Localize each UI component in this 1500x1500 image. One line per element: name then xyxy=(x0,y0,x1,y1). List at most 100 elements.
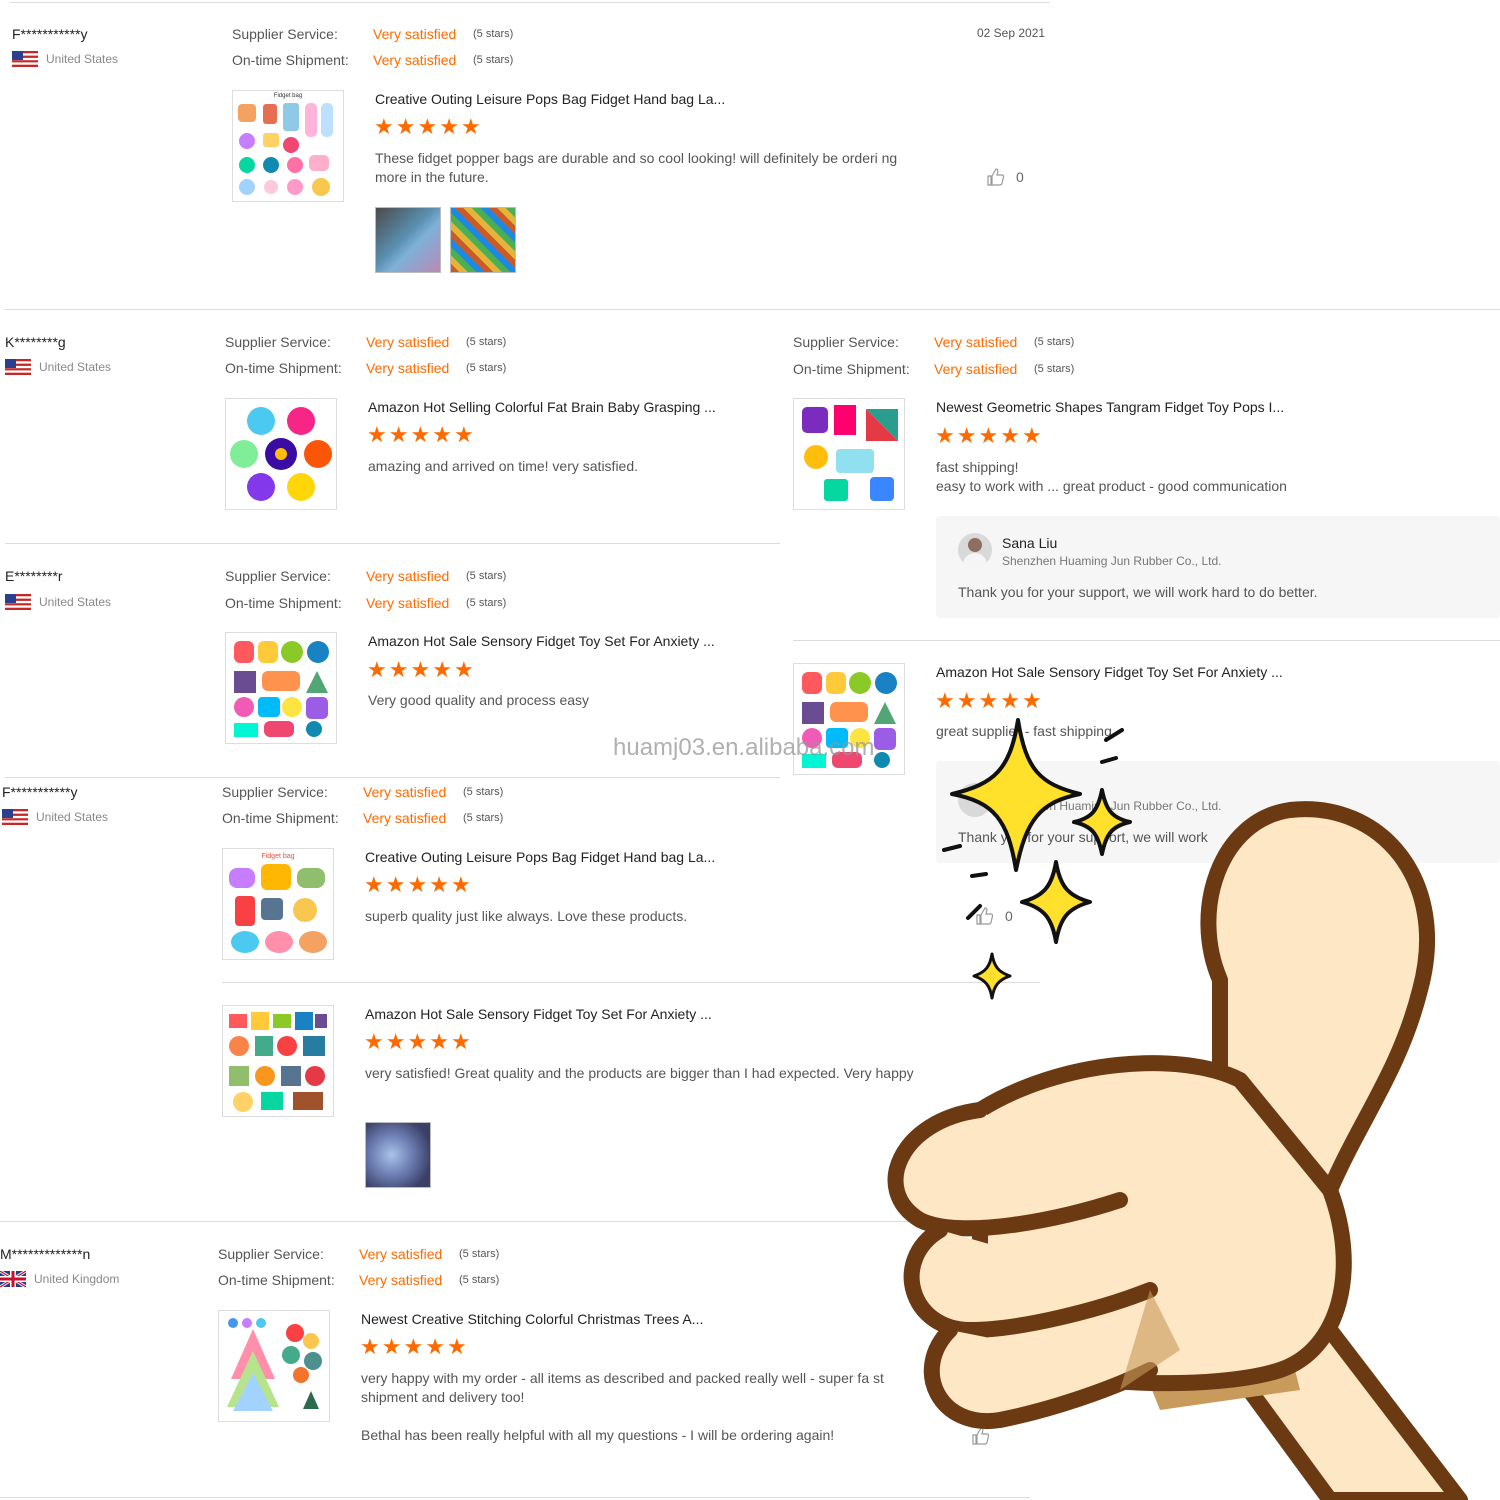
uk-flag-icon xyxy=(0,1271,26,1287)
rating-count: (5 stars) xyxy=(466,570,507,582)
rating-text: Very satisfied xyxy=(366,595,450,611)
product-title[interactable]: Amazon Hot Sale Sensory Fidget Toy Set F… xyxy=(936,664,1283,680)
star-icon: ★ xyxy=(410,657,431,682)
star-icon: ★ xyxy=(978,423,999,448)
review-text: amazing and arrived on time! very satisf… xyxy=(368,458,639,474)
product-image xyxy=(802,405,898,501)
ontime-shipment-label: On-time Shipment: xyxy=(232,52,349,68)
star-icon: ★ xyxy=(364,1029,384,1054)
divider xyxy=(0,1221,920,1222)
star-icon: ★ xyxy=(1000,423,1020,448)
star-icon: ★ xyxy=(407,1029,428,1054)
rating-count: (5 stars) xyxy=(473,54,514,66)
product-thumbnail[interactable] xyxy=(222,1005,334,1117)
country-label: United Kingdom xyxy=(34,1272,120,1286)
star-icon: ★ xyxy=(388,657,409,682)
rating-count: (5 stars) xyxy=(459,1248,500,1260)
star-rating: ★ ★ ★ ★ ★ xyxy=(364,872,471,897)
product-title[interactable]: Amazon Hot Sale Sensory Fidget Toy Set F… xyxy=(365,1006,712,1022)
ontime-shipment-label: On-time Shipment: xyxy=(225,360,342,376)
product-thumbnail[interactable] xyxy=(793,398,905,510)
star-icon: ★ xyxy=(460,114,481,139)
rating-text: Very satisfied xyxy=(373,26,457,42)
reviewer-name: M*************n xyxy=(0,1246,91,1262)
ontime-shipment-label: On-time Shipment: xyxy=(793,361,910,377)
star-rating: ★ ★ ★ ★ ★ xyxy=(360,1334,467,1359)
star-rating: ★ ★ ★ ★ ★ xyxy=(935,423,1042,448)
review-photo[interactable] xyxy=(450,207,516,273)
star-icon: ★ xyxy=(453,422,474,447)
star-icon: ★ xyxy=(407,872,428,897)
reviewer-country: United States xyxy=(12,51,118,67)
product-title[interactable]: Newest Geometric Shapes Tangram Fidget T… xyxy=(936,399,1284,415)
star-icon: ★ xyxy=(367,657,387,682)
star-icon: ★ xyxy=(450,872,471,897)
product-title[interactable]: Amazon Hot Selling Colorful Fat Brain Ba… xyxy=(368,399,716,415)
product-image xyxy=(227,1318,322,1411)
product-thumbnail[interactable]: Fidget bag xyxy=(222,848,334,960)
thumbs-up-icon xyxy=(987,168,1005,186)
product-title[interactable]: Creative Outing Leisure Pops Bag Fidget … xyxy=(375,91,725,107)
product-title[interactable]: Newest Creative Stitching Colorful Chris… xyxy=(361,1311,703,1327)
supplier-service-label: Supplier Service: xyxy=(225,568,331,584)
star-icon: ★ xyxy=(381,1334,402,1359)
rating-text: Very satisfied xyxy=(366,568,450,584)
star-icon: ★ xyxy=(367,422,387,447)
rating-count: (5 stars) xyxy=(473,28,514,40)
rating-count: (5 stars) xyxy=(1034,336,1075,348)
product-thumbnail[interactable] xyxy=(218,1310,330,1422)
product-title[interactable]: Amazon Hot Sale Sensory Fidget Toy Set F… xyxy=(368,633,715,649)
divider xyxy=(5,543,780,544)
star-icon: ★ xyxy=(429,1029,449,1054)
product-title[interactable]: Creative Outing Leisure Pops Bag Fidget … xyxy=(365,849,715,865)
supplier-service-label: Supplier Service: xyxy=(218,1246,324,1262)
star-icon: ★ xyxy=(417,114,438,139)
product-image xyxy=(230,407,332,501)
country-label: United States xyxy=(36,810,109,824)
ontime-shipment-label: On-time Shipment: xyxy=(222,810,339,826)
rating-count: (5 stars) xyxy=(466,362,507,374)
star-icon: ★ xyxy=(1021,423,1042,448)
review-text: Very good quality and process easy xyxy=(368,692,590,708)
review-photo[interactable] xyxy=(375,207,441,273)
product-thumbnail[interactable]: Fidget bag xyxy=(232,90,344,202)
rating-text: Very satisfied xyxy=(363,810,447,826)
us-flag-icon xyxy=(12,51,38,67)
star-icon: ★ xyxy=(360,1334,380,1359)
rating-count: (5 stars) xyxy=(463,786,504,798)
star-icon: ★ xyxy=(956,423,977,448)
product-image xyxy=(238,103,333,196)
watermark: huamj03.en.alibaba.com xyxy=(613,734,875,761)
rating-text: Very satisfied xyxy=(366,360,450,376)
review-text: superb quality just like always. Love th… xyxy=(365,908,688,924)
reviewer-name: K********g xyxy=(5,334,66,350)
star-icon: ★ xyxy=(410,422,431,447)
product-thumbnail[interactable] xyxy=(225,632,337,744)
star-icon: ★ xyxy=(450,1029,471,1054)
like-button[interactable]: 0 xyxy=(986,167,1024,187)
star-icon: ★ xyxy=(429,872,449,897)
reviewer-country: United Kingdom xyxy=(0,1271,119,1287)
star-rating: ★ ★ ★ ★ ★ xyxy=(367,657,474,682)
star-rating: ★ ★ ★ ★ ★ xyxy=(367,422,474,447)
divider xyxy=(10,2,1050,3)
supplier-service-label: Supplier Service: xyxy=(225,334,331,350)
country-label: United States xyxy=(39,595,112,609)
star-icon: ★ xyxy=(395,114,416,139)
product-image xyxy=(234,641,329,737)
supplier-service-label: Supplier Service: xyxy=(232,26,338,42)
reviewer-name: E********r xyxy=(5,568,63,584)
rating-text: Very satisfied xyxy=(363,784,447,800)
star-icon: ★ xyxy=(385,1029,406,1054)
rating-text: Very satisfied xyxy=(366,334,450,350)
review-photo[interactable] xyxy=(365,1122,431,1188)
star-rating: ★ ★ ★ ★ ★ xyxy=(374,114,481,139)
product-thumbnail[interactable] xyxy=(225,398,337,510)
reply-text: Thank you for your support, we will work… xyxy=(958,584,1318,600)
reply-company: Shenzhen Huaming Jun Rubber Co., Ltd. xyxy=(1002,554,1222,568)
review-text: very satisfied! Great quality and the pr… xyxy=(365,1065,914,1081)
reviewer-country: United States xyxy=(2,809,108,825)
star-icon: ★ xyxy=(439,114,459,139)
divider xyxy=(5,309,1500,310)
country-label: United States xyxy=(46,52,119,66)
